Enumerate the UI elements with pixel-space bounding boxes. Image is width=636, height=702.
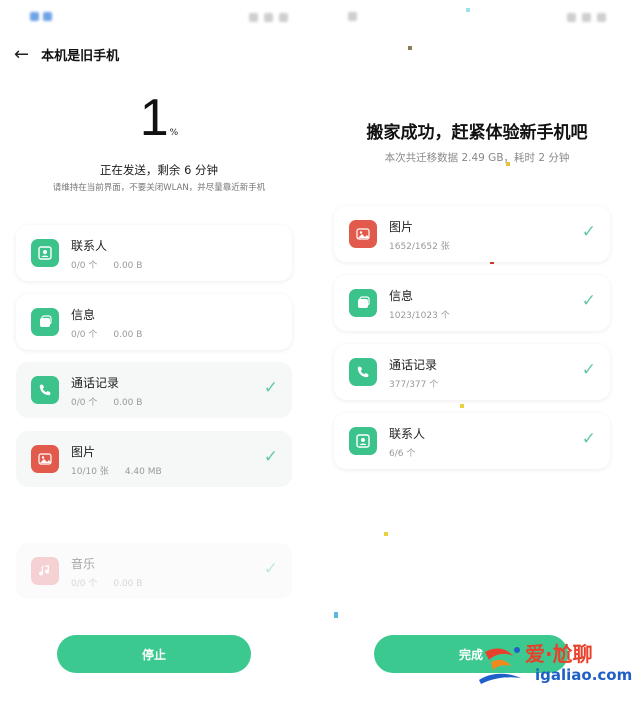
signal-icon — [567, 12, 576, 22]
list-item-call-log[interactable]: 通话记录 0/0 个 0.00 B ✓ — [16, 362, 292, 418]
new-phone-screen: 搬家成功，赶紧体验新手机吧 本次共迁移数据 2.49 GB，耗时 2 分钟 图片… — [318, 0, 636, 702]
check-icon: ✓ — [263, 447, 278, 467]
status-bar — [0, 0, 318, 34]
item-title: 通话记录 — [71, 376, 120, 390]
contact-icon — [349, 427, 377, 455]
phone-icon — [349, 358, 377, 386]
signal-icon — [249, 12, 258, 22]
battery-icon — [597, 12, 606, 22]
confetti-piece — [384, 532, 388, 536]
list-item-pictures[interactable]: 图片 1652/1652 张 ✓ — [334, 206, 610, 262]
message-icon — [349, 289, 377, 317]
item-title: 信息 — [71, 308, 96, 322]
item-count: 6/6 个 — [389, 449, 416, 459]
watermark-brand: 爱·尬聊 — [525, 642, 593, 666]
item-meta: 0/0 个 0.00 B — [71, 258, 142, 271]
success-title: 搬家成功，赶紧体验新手机吧 — [366, 123, 588, 143]
confetti-piece — [408, 46, 412, 50]
item-count: 0/0 个 — [71, 261, 98, 271]
notification-icon — [42, 11, 52, 21]
item-size: 0.00 B — [113, 398, 143, 408]
watermark-logo-icon — [479, 647, 521, 684]
transfer-summary: 本次共迁移数据 2.49 GB，耗时 2 分钟 — [384, 152, 570, 164]
picture-icon — [349, 220, 377, 248]
item-count: 10/10 张 — [71, 467, 109, 477]
list-item-music[interactable]: 音乐 0/0 个 0.00 B ✓ — [16, 543, 292, 599]
check-icon: ✓ — [263, 559, 278, 579]
picture-icon — [31, 445, 59, 473]
transfer-status: 正在发送，剩余 6 分钟 — [99, 163, 219, 177]
item-title: 通话记录 — [389, 358, 438, 372]
confetti-piece — [466, 8, 470, 12]
list-item-pictures[interactable]: 图片 10/10 张 4.40 MB ✓ — [16, 431, 292, 487]
stop-button[interactable]: 停止 — [57, 635, 251, 673]
list-item-messages[interactable]: 信息 1023/1023 个 ✓ — [334, 275, 610, 331]
progress-percent: 1 — [139, 89, 169, 147]
confetti-piece — [334, 612, 338, 618]
check-icon: ✓ — [581, 222, 596, 242]
item-size: 0.00 B — [113, 261, 143, 271]
item-size: 4.40 MB — [124, 467, 162, 477]
battery-icon — [279, 12, 288, 22]
item-title: 音乐 — [71, 557, 96, 571]
old-phone-screen: ← 本机是旧手机 1% 正在发送，剩余 6 分钟 请维持在当前界面，不要关闭WL… — [0, 0, 318, 702]
check-icon: ✓ — [581, 429, 596, 449]
confetti-piece — [460, 404, 464, 408]
status-time — [30, 11, 52, 24]
phone-icon — [31, 376, 59, 404]
contact-icon — [31, 239, 59, 267]
status-bar — [318, 0, 636, 34]
top-navbar: ← 本机是旧手机 — [14, 44, 119, 65]
item-meta: 0/0 个 0.00 B — [71, 327, 142, 340]
item-size: 0.00 B — [113, 330, 143, 340]
item-title: 联系人 — [389, 427, 426, 441]
item-title: 图片 — [71, 445, 96, 459]
list-item-contacts[interactable]: 联系人 0/0 个 0.00 B — [16, 225, 292, 281]
item-meta: 0/0 个 0.00 B — [71, 395, 142, 408]
check-icon: ✓ — [581, 291, 596, 311]
list-item-contacts[interactable]: 联系人 6/6 个 ✓ — [334, 413, 610, 469]
item-count: 0/0 个 — [71, 330, 98, 340]
item-meta: 0/0 个 0.00 B — [71, 576, 142, 589]
item-title: 信息 — [389, 289, 414, 303]
status-time — [348, 11, 357, 24]
item-count: 0/0 个 — [71, 579, 98, 589]
progress-unit: % — [169, 128, 179, 138]
status-icons — [567, 12, 606, 22]
check-icon: ✓ — [581, 360, 596, 380]
item-count: 1652/1652 张 — [389, 242, 450, 252]
back-arrow-icon[interactable]: ← — [14, 44, 29, 65]
progress-display: 1% — [0, 88, 318, 148]
status-dot-icon — [348, 11, 357, 21]
wifi-icon — [582, 12, 591, 22]
item-count: 0/0 个 — [71, 398, 98, 408]
status-icons — [249, 12, 288, 22]
item-count: 377/377 个 — [389, 380, 439, 390]
item-size: 0.00 B — [113, 579, 143, 589]
list-item-call-log[interactable]: 通话记录 377/377 个 ✓ — [334, 344, 610, 400]
item-count: 1023/1023 个 — [389, 311, 450, 321]
notification-icon — [30, 11, 39, 21]
item-title: 图片 — [389, 220, 414, 234]
page-title: 本机是旧手机 — [41, 49, 120, 64]
music-icon — [31, 557, 59, 585]
message-icon — [31, 308, 59, 336]
check-icon: ✓ — [263, 378, 278, 398]
item-meta: 10/10 张 4.40 MB — [71, 464, 162, 477]
watermark: 爱·尬聊 igaliao.com — [473, 636, 633, 698]
list-item-messages[interactable]: 信息 0/0 个 0.00 B — [16, 294, 292, 350]
wifi-icon — [264, 12, 273, 22]
item-title: 联系人 — [71, 239, 108, 253]
watermark-domain: igaliao.com — [535, 666, 633, 684]
transfer-hint: 请维持在当前界面，不要关闭WLAN，并尽量靠近新手机 — [52, 183, 266, 193]
